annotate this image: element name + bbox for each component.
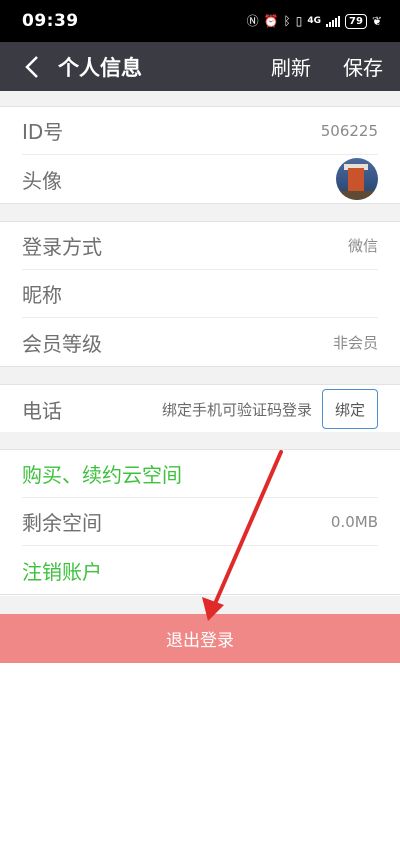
remaining-space-value: 0.0MB xyxy=(330,512,378,531)
cloud-section: 购买、续约云空间 剩余空间 0.0MB 注销账户 xyxy=(0,449,400,595)
buy-cloud-link[interactable]: 购买、续约云空间 xyxy=(22,459,182,488)
battery-icon: 79 xyxy=(345,13,367,29)
nfc-icon: Ⓝ xyxy=(246,14,259,28)
buy-cloud-row[interactable]: 购买、续约云空间 xyxy=(22,450,378,498)
logout-button[interactable]: 退出登录 xyxy=(0,614,400,663)
login-method-row: 登录方式 微信 xyxy=(22,222,378,270)
phone-hint: 绑定手机可验证码登录 xyxy=(161,400,312,419)
bind-phone-button[interactable]: 绑定 xyxy=(322,389,378,429)
back-icon[interactable] xyxy=(10,42,54,91)
section-gap xyxy=(0,204,400,221)
status-bar: 09:39 Ⓝ ⏰ ᛒ ▯ 4G 79 ❦ xyxy=(0,0,400,42)
phone-row: 电话 绑定手机可验证码登录 绑定 xyxy=(22,385,378,433)
status-icons: Ⓝ ⏰ ᛒ ▯ 4G 79 ❦ xyxy=(246,13,382,29)
refresh-button[interactable]: 刷新 xyxy=(271,52,311,81)
account-section: 登录方式 微信 昵称 会员等级 非会员 xyxy=(0,221,400,367)
section-gap xyxy=(0,432,400,449)
avatar-row[interactable]: 头像 xyxy=(22,155,378,203)
alarm-icon: ⏰ xyxy=(263,14,279,28)
remaining-space-row: 剩余空间 0.0MB xyxy=(22,498,378,546)
top-navigation-bar: 个人信息 刷新 保存 xyxy=(0,42,400,91)
member-level-row: 会员等级 非会员 xyxy=(22,318,378,366)
section-gap xyxy=(0,596,400,614)
cancel-account-link[interactable]: 注销账户 xyxy=(22,556,102,585)
login-method-label: 登录方式 xyxy=(22,235,102,259)
network-type: 4G xyxy=(307,16,322,26)
page-title: 个人信息 xyxy=(58,55,142,80)
vibrate-icon: ▯ xyxy=(295,14,303,28)
id-label: ID号 xyxy=(22,120,64,144)
phone-section: 电话 绑定手机可验证码登录 绑定 xyxy=(0,384,400,434)
nickname-label: 昵称 xyxy=(22,283,62,307)
section-gap xyxy=(0,367,400,384)
section-gap xyxy=(0,91,400,106)
avatar-label: 头像 xyxy=(22,168,62,193)
signal-icon xyxy=(326,15,341,27)
id-value: 506225 xyxy=(320,121,378,140)
avatar[interactable] xyxy=(336,158,378,200)
nav-actions: 刷新 保存 xyxy=(271,52,383,81)
remaining-space-label: 剩余空间 xyxy=(22,511,102,535)
phone-label: 电话 xyxy=(22,398,62,423)
member-level-value: 非会员 xyxy=(332,333,378,352)
leaf-icon: ❦ xyxy=(371,14,382,28)
save-button[interactable]: 保存 xyxy=(343,52,383,81)
nickname-row[interactable]: 昵称 xyxy=(22,270,378,318)
status-time: 09:39 xyxy=(22,11,79,31)
profile-section: ID号 506225 头像 xyxy=(0,106,400,204)
login-method-value: 微信 xyxy=(347,237,378,255)
id-row: ID号 506225 xyxy=(22,107,378,155)
member-level-label: 会员等级 xyxy=(22,331,102,356)
cancel-account-row[interactable]: 注销账户 xyxy=(22,546,378,594)
bluetooth-icon: ᛒ xyxy=(283,14,291,28)
